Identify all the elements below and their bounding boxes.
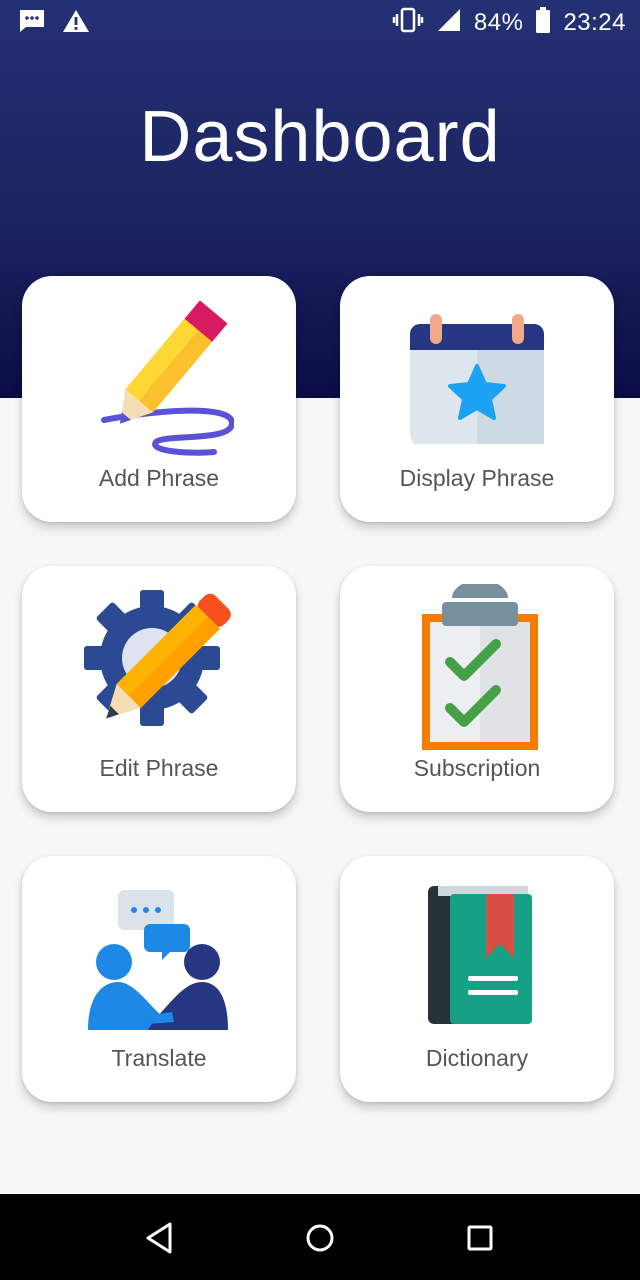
- battery-icon: [535, 6, 551, 41]
- clock: 23:24: [563, 9, 626, 36]
- card-label: Add Phrase: [98, 465, 220, 491]
- card-label: Edit Phrase: [99, 755, 219, 781]
- status-bar: 84% 23:24: [0, 0, 640, 46]
- vibrate-icon: [392, 6, 424, 41]
- display-phrase-card[interactable]: Display Phrase: [340, 276, 614, 522]
- pencil-icon: [84, 294, 235, 456]
- page-title: Dashboard: [139, 97, 501, 177]
- card-label: Dictionary: [425, 1045, 529, 1071]
- add-phrase-card[interactable]: Add Phrase: [22, 276, 296, 522]
- home-icon[interactable]: [300, 1218, 340, 1258]
- back-icon[interactable]: [140, 1218, 180, 1258]
- battery-percent: 84%: [473, 9, 524, 36]
- gear-pencil-icon: [84, 584, 234, 734]
- message-icon: [18, 8, 46, 41]
- recents-icon[interactable]: [460, 1218, 500, 1258]
- card-label: Translate: [111, 1045, 207, 1071]
- warning-icon: [62, 8, 90, 41]
- navigation-bar: [0, 1194, 640, 1280]
- translate-card[interactable]: Translate: [22, 856, 296, 1102]
- people-chat-icon: [84, 874, 234, 1030]
- edit-phrase-card[interactable]: Edit Phrase: [22, 566, 296, 812]
- card-label: Display Phrase: [399, 465, 555, 491]
- calendar-star-icon: [402, 294, 552, 448]
- card-label: Subscription: [413, 755, 541, 781]
- book-icon: [402, 874, 552, 1024]
- clipboard-check-icon: [402, 580, 552, 750]
- signal-icon: [436, 7, 462, 40]
- dictionary-card[interactable]: Dictionary: [340, 856, 614, 1102]
- subscription-card[interactable]: Subscription: [340, 566, 614, 812]
